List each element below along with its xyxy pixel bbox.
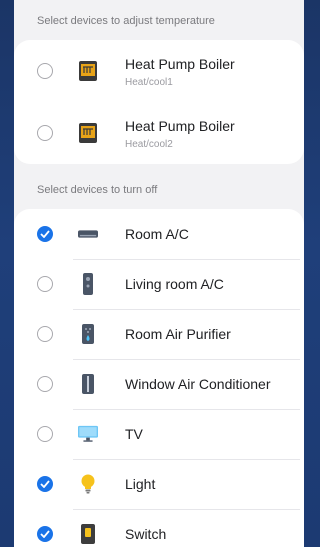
- device-name: Heat Pump Boiler: [125, 118, 235, 134]
- device-row-window-air-conditioner[interactable]: Window Air Conditioner: [14, 359, 304, 409]
- device-selection-sheet: Select devices to adjust temperature Hea…: [14, 0, 304, 547]
- boiler-icon: [78, 123, 98, 143]
- device-row-heat-pump-boiler-1[interactable]: Heat Pump Boiler Heat/cool1: [14, 40, 304, 102]
- device-name: TV: [125, 426, 143, 442]
- adjust-temperature-header: Select devices to adjust temperature: [37, 15, 215, 27]
- standing-ac-icon: [78, 273, 98, 295]
- radio-button[interactable]: [37, 376, 53, 392]
- radio-button[interactable]: [37, 125, 53, 141]
- air-purifier-icon: [78, 324, 98, 344]
- turn-off-devices-card: Room A/C Living room A/C Room Air Purifi…: [14, 209, 304, 547]
- device-name: Window Air Conditioner: [125, 376, 271, 392]
- radio-button[interactable]: [37, 426, 53, 442]
- device-subtitle: Heat/cool1: [125, 77, 173, 88]
- device-row-heat-pump-boiler-2[interactable]: Heat Pump Boiler Heat/cool2: [14, 102, 304, 164]
- checked-radio-button[interactable]: [37, 476, 53, 492]
- device-name: Heat Pump Boiler: [125, 56, 235, 72]
- radio-button[interactable]: [37, 276, 53, 292]
- checked-radio-button[interactable]: [37, 226, 53, 242]
- device-row-light[interactable]: Light: [14, 459, 304, 509]
- device-name: Room Air Purifier: [125, 326, 231, 342]
- device-name: Room A/C: [125, 226, 189, 242]
- radio-button[interactable]: [37, 63, 53, 79]
- device-row-room-air-purifier[interactable]: Room Air Purifier: [14, 309, 304, 359]
- air-conditioner-icon: [78, 224, 98, 244]
- checked-radio-button[interactable]: [37, 526, 53, 542]
- tv-icon: [78, 424, 98, 444]
- device-name: Living room A/C: [125, 276, 224, 292]
- boiler-icon: [78, 61, 98, 81]
- device-row-living-room-ac[interactable]: Living room A/C: [14, 259, 304, 309]
- switch-icon: [78, 524, 98, 544]
- adjust-devices-card: Heat Pump Boiler Heat/cool1 Heat Pump Bo…: [14, 40, 304, 164]
- device-subtitle: Heat/cool2: [125, 139, 173, 150]
- device-name: Light: [125, 476, 156, 492]
- turn-off-header: Select devices to turn off: [37, 184, 158, 196]
- device-row-room-ac[interactable]: Room A/C: [14, 209, 304, 259]
- device-row-tv[interactable]: TV: [14, 409, 304, 459]
- window-ac-icon: [78, 374, 98, 394]
- light-bulb-icon: [78, 474, 98, 494]
- device-row-switch[interactable]: Switch: [14, 509, 304, 547]
- radio-button[interactable]: [37, 326, 53, 342]
- device-name: Switch: [125, 526, 167, 542]
